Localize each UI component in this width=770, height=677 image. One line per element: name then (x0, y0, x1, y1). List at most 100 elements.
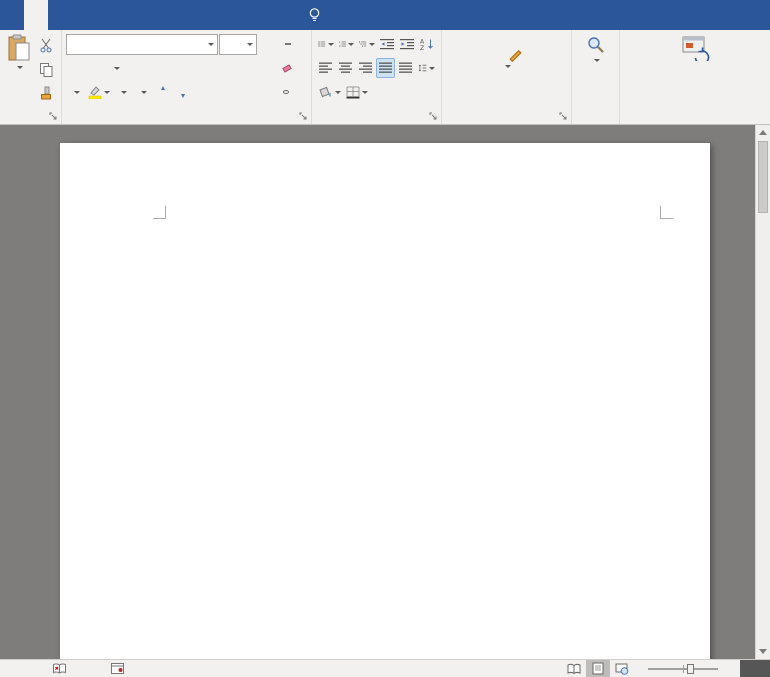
send-to-powerpoint-button[interactable] (623, 35, 766, 65)
font-color-button[interactable] (113, 82, 132, 102)
tell-me-button[interactable] (298, 0, 337, 30)
shading-button[interactable] (316, 82, 343, 102)
dialog-launcher-icon (559, 112, 567, 120)
increase-indent-button[interactable] (398, 34, 417, 54)
menu-tab-design[interactable] (72, 0, 96, 30)
show-marks-button[interactable] (371, 82, 390, 102)
character-shading-button[interactable] (256, 82, 275, 102)
paste-button[interactable] (3, 32, 35, 106)
cut-button[interactable] (35, 34, 57, 56)
dropdown-arrow-icon (247, 42, 253, 46)
menu-tab-file[interactable] (0, 0, 24, 30)
menu-tab-review[interactable] (168, 0, 192, 30)
sort-button[interactable]: AZ (418, 34, 437, 54)
editing-group (572, 30, 620, 124)
phonetic-guide-button[interactable] (258, 34, 277, 54)
clipboard-dialog-launcher[interactable] (48, 111, 59, 122)
underline-button[interactable] (106, 58, 125, 78)
bullets-button[interactable] (316, 34, 336, 54)
vertical-scrollbar[interactable] (755, 125, 770, 659)
dialog-launcher-icon (429, 112, 437, 120)
scroll-up-icon (759, 130, 767, 135)
line-spacing-button[interactable] (416, 58, 437, 78)
web-layout-button[interactable] (610, 660, 634, 677)
numbering-button[interactable]: 12 (337, 34, 357, 54)
text-effects-button[interactable] (66, 82, 85, 102)
superscript-button[interactable] (166, 58, 185, 78)
menu-tab-developer[interactable] (216, 0, 240, 30)
document-page[interactable] (60, 143, 710, 659)
enclose-characters-button[interactable] (276, 82, 295, 102)
text-highlight-button[interactable] (86, 82, 112, 102)
dropdown-arrow-icon (348, 42, 355, 46)
dropdown-arrow-icon (113, 66, 120, 70)
paragraph-group: 12 AZ (312, 30, 442, 124)
zoom-slider-handle[interactable] (686, 663, 694, 674)
margin-crop-mark-top-right (660, 206, 673, 219)
proofing-status-button[interactable] (52, 663, 67, 675)
format-painter-icon (41, 86, 51, 99)
dropdown-arrow-icon (362, 90, 368, 94)
menu-tab-view[interactable] (192, 0, 216, 30)
styles-button[interactable] (445, 35, 568, 68)
menu-tab-pdf-addin[interactable] (240, 0, 264, 30)
zoom-slider[interactable] (648, 663, 718, 674)
scrollbar-thumb[interactable] (758, 141, 768, 213)
font-group (62, 30, 312, 124)
increase-indent-icon (400, 39, 415, 50)
dropdown-arrow-icon (120, 90, 127, 94)
paragraph-dialog-launcher[interactable] (428, 111, 439, 122)
styles-dialog-launcher[interactable] (558, 111, 569, 122)
justify-button[interactable] (376, 58, 395, 78)
menu-tab-help[interactable] (264, 0, 288, 30)
font-size-select[interactable] (219, 33, 257, 55)
align-right-button[interactable] (356, 58, 375, 78)
bold-button[interactable] (66, 58, 85, 78)
menu-tab-home[interactable] (24, 0, 48, 30)
borders-button[interactable] (344, 82, 370, 102)
menu-tab-insert[interactable] (48, 0, 72, 30)
change-case-button[interactable] (133, 82, 152, 102)
grow-font-button[interactable] (153, 82, 172, 102)
editing-button[interactable] (575, 35, 616, 62)
copy-button[interactable] (35, 58, 57, 80)
align-left-button[interactable] (316, 58, 335, 78)
menu-tab-layout[interactable] (96, 0, 120, 30)
shrink-font-button[interactable] (173, 82, 192, 102)
align-center-button[interactable] (336, 58, 355, 78)
multilevel-list-icon (359, 41, 367, 47)
dropdown-arrow-icon (335, 90, 341, 94)
strikethrough-button[interactable] (126, 58, 145, 78)
dropdown-arrow-icon (140, 90, 147, 94)
scroll-up-button[interactable] (756, 125, 770, 140)
character-border-button[interactable] (278, 34, 297, 54)
macro-record-icon (111, 663, 124, 674)
scroll-down-button[interactable] (756, 644, 770, 659)
lightbulb-icon (309, 8, 320, 21)
borders-grid-icon (346, 86, 360, 98)
svg-text:2: 2 (339, 44, 341, 48)
align-left-icon (318, 62, 332, 73)
ribbon-tab-bar (0, 0, 770, 30)
cut-icon (40, 38, 52, 52)
menu-tab-references[interactable] (120, 0, 144, 30)
distribute-button[interactable] (396, 58, 415, 78)
subscript-button[interactable] (146, 58, 165, 78)
format-painter-button[interactable] (35, 82, 57, 104)
svg-text:Z: Z (420, 45, 424, 50)
decrease-indent-button[interactable] (378, 34, 397, 54)
zoom-level-box[interactable] (740, 659, 770, 677)
shading-bucket-icon (319, 86, 332, 98)
read-mode-button[interactable] (562, 660, 586, 677)
font-name-select[interactable] (66, 33, 218, 55)
italic-button[interactable] (86, 58, 105, 78)
menu-tab-mailings[interactable] (144, 0, 168, 30)
multilevel-list-button[interactable] (357, 34, 377, 54)
clear-formatting-button[interactable] (274, 58, 293, 78)
styles-group (442, 30, 572, 124)
print-layout-button[interactable] (586, 659, 610, 677)
status-bar (0, 659, 770, 677)
macro-record-button[interactable] (111, 663, 124, 674)
zoom-notch (683, 664, 684, 673)
font-dialog-launcher[interactable] (298, 111, 309, 122)
